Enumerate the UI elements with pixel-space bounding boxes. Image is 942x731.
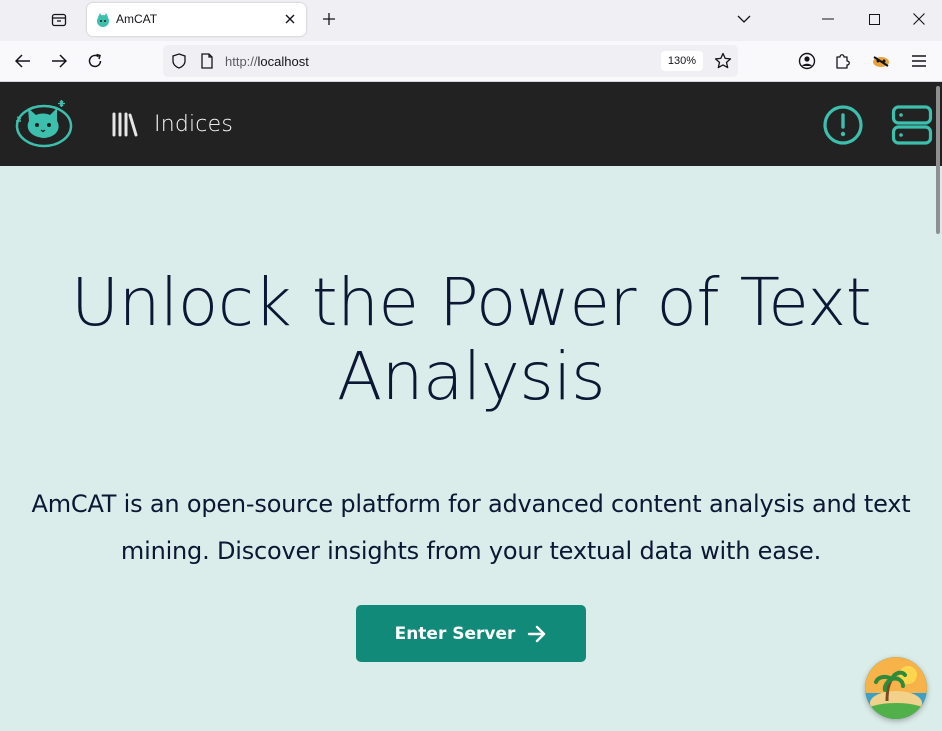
tab-list-button[interactable]: [44, 6, 74, 34]
star-icon[interactable]: [714, 52, 732, 70]
back-arrow-icon: [15, 54, 30, 68]
indices-label: Indices: [154, 111, 234, 137]
indices-nav-link[interactable]: Indices: [110, 107, 233, 141]
url-host: localhost: [257, 54, 309, 69]
island-icon: [865, 657, 927, 719]
close-window-icon: [913, 13, 925, 25]
close-window-button[interactable]: [896, 0, 942, 38]
account-button[interactable]: [792, 46, 822, 76]
enter-server-label: Enter Server: [394, 623, 516, 644]
alert-circle-icon: [823, 105, 863, 145]
reload-icon: [88, 53, 102, 68]
minimize-icon: [822, 18, 834, 20]
maximize-icon: [868, 13, 880, 25]
enter-server-button[interactable]: Enter Server: [356, 605, 586, 662]
shield-icon[interactable]: [171, 53, 187, 69]
browser-tab-amcat[interactable]: AmCAT: [87, 3, 306, 36]
account-icon: [798, 52, 816, 70]
amcat-cat-logo[interactable]: [13, 97, 75, 149]
close-icon: [285, 14, 295, 24]
extensions-icon: [836, 54, 850, 69]
server-button[interactable]: [891, 104, 933, 146]
arrow-right-icon: [528, 625, 546, 642]
address-bar[interactable]: http://localhost 130%: [163, 45, 738, 77]
page-icon[interactable]: [200, 53, 214, 69]
menu-icon: [912, 55, 926, 67]
maximize-button[interactable]: [851, 0, 897, 38]
extension-icon: [873, 56, 889, 67]
forward-button[interactable]: [44, 46, 74, 76]
zoom-level-badge[interactable]: 130%: [661, 51, 703, 71]
url-scheme: http://: [225, 54, 258, 69]
tab-list-icon: [51, 13, 67, 27]
list-all-tabs-button[interactable]: [721, 0, 767, 38]
plus-icon: [323, 13, 335, 25]
tab-title: AmCAT: [116, 12, 158, 26]
back-button[interactable]: [8, 46, 38, 76]
menu-button[interactable]: [904, 46, 934, 76]
app-header: Indices: [0, 82, 942, 166]
hero-subtitle: AmCAT is an open-source platform for adv…: [31, 490, 911, 565]
url-text[interactable]: http://localhost: [225, 54, 309, 69]
new-tab-button[interactable]: [316, 6, 342, 32]
extensions-button[interactable]: [828, 46, 858, 76]
reload-button[interactable]: [80, 46, 110, 76]
hero-title: Unlock the Power of Text Analysis: [70, 264, 872, 415]
page-scrollbar[interactable]: [936, 86, 940, 234]
minimize-button[interactable]: [805, 0, 851, 38]
floating-assistant-button[interactable]: [865, 657, 927, 719]
alert-button[interactable]: [822, 104, 864, 146]
browser-nav-bar: http://localhost 130%: [0, 41, 942, 82]
chevron-down-icon: [737, 15, 751, 23]
server-icon: [891, 105, 933, 145]
tab-close-button[interactable]: [282, 11, 298, 27]
extension-button[interactable]: [866, 46, 896, 76]
forward-arrow-icon: [52, 54, 67, 68]
tab-favicon: [97, 13, 109, 27]
browser-tab-bar: AmCAT: [0, 0, 942, 41]
library-icon: [112, 112, 138, 137]
